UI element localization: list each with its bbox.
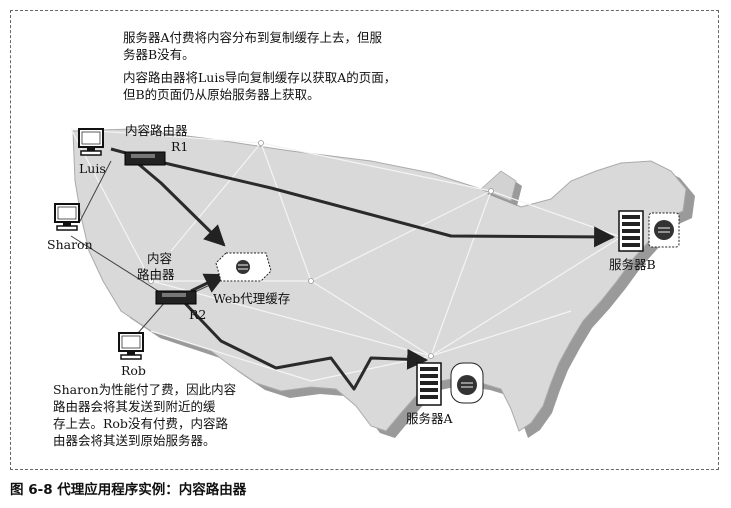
cache-icon <box>648 212 680 248</box>
user-luis-label: Luis <box>79 161 106 176</box>
router-r2-title-line-1: 内容 <box>147 251 173 266</box>
note-bottom-line-3: 存上去。Rob没有付费，内容路 <box>53 416 228 431</box>
cache-icon <box>450 362 484 404</box>
figure-caption: 图 6-8 代理应用程序实例：内容路由器 <box>10 482 247 498</box>
router-r1-label: R1 <box>171 139 189 154</box>
note-top-line-3: 内容路由器将Luis导向复制缓存以获取A的页面， <box>123 70 397 85</box>
computer-icon <box>78 128 104 156</box>
router-r1-title: 内容路由器 <box>125 123 188 138</box>
note-bottom-line-4: 由器会将其送到原始服务器。 <box>53 433 216 448</box>
server-a-label: 服务器A <box>406 411 453 426</box>
cache-icon <box>215 252 272 282</box>
server-b-label: 服务器B <box>609 257 656 272</box>
note-top-line-1: 服务器A付费将内容分布到复制缓存上去，但服 <box>123 30 383 45</box>
server-tower-icon <box>618 210 644 252</box>
web-proxy-cache-label: Web代理缓存 <box>213 291 291 306</box>
note-bottom-line-2: 路由器会将其发送到附近的缓 <box>53 399 216 414</box>
user-sharon-label: Sharon <box>47 237 93 252</box>
server-tower-icon <box>416 362 442 406</box>
router-r2 <box>155 290 197 305</box>
note-bottom-line-1: Sharon为性能付了费，因此内容 <box>53 382 237 397</box>
diagram-frame: 服务器A付费将内容分布到复制缓存上去，但服 务器B没有。 内容路由器将Luis导… <box>10 10 719 470</box>
note-top-line-4: 但B的页面仍从原始服务器上获取。 <box>123 87 320 102</box>
router-r2-label: R2 <box>189 307 207 322</box>
note-top-line-2: 务器B没有。 <box>123 47 195 62</box>
computer-icon <box>54 203 80 231</box>
router-r2-title-line-2: 路由器 <box>137 267 175 282</box>
user-rob-label: Rob <box>121 363 146 378</box>
computer-icon <box>118 332 144 360</box>
router-r1 <box>124 151 166 166</box>
